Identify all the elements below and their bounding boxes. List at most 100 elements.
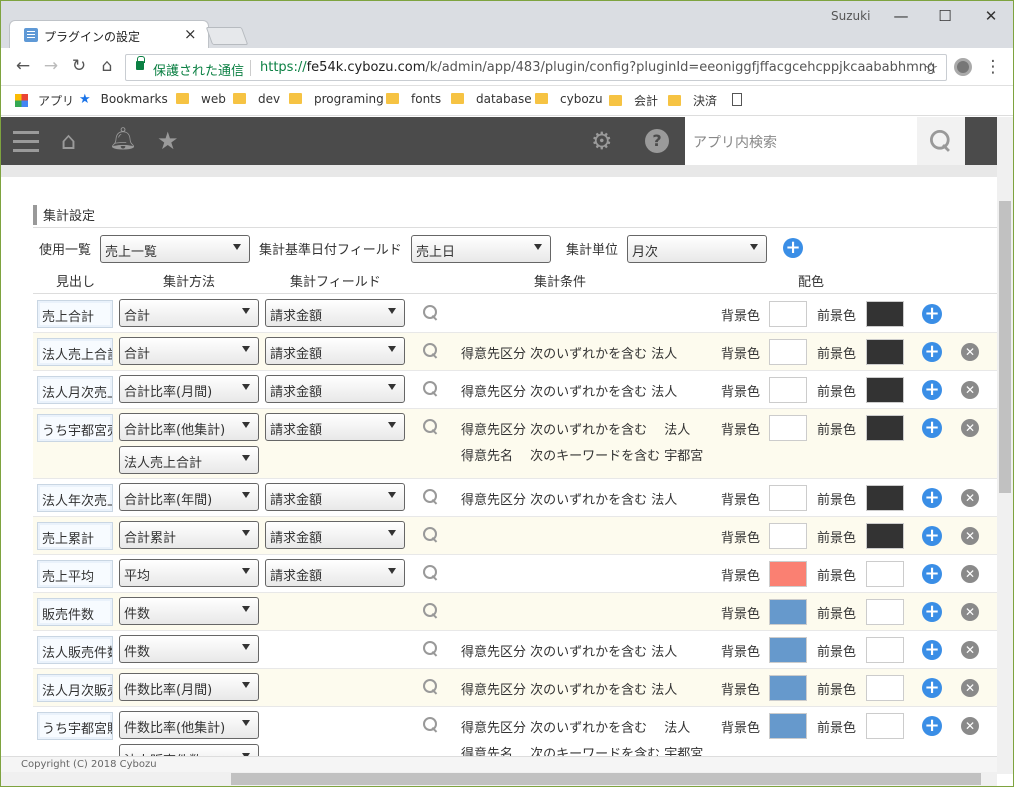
fg-color-swatch[interactable]	[866, 415, 904, 441]
remove-row-button[interactable]: ✕	[961, 419, 979, 437]
tab-close-button[interactable]: ×	[184, 25, 197, 43]
bg-color-swatch[interactable]	[769, 675, 807, 701]
search-icon[interactable]	[423, 381, 439, 397]
bookmark-folder[interactable]: web	[176, 92, 226, 106]
browser-menu-button[interactable]: ⋮	[983, 57, 1003, 77]
heading-input[interactable]: 法人月次販売	[37, 674, 113, 702]
add-row-button[interactable]: +	[922, 304, 942, 324]
horizontal-scroll-thumb[interactable]	[231, 773, 981, 785]
forward-button[interactable]: →	[41, 56, 61, 76]
search-icon[interactable]	[423, 565, 439, 581]
add-row-button[interactable]: +	[922, 380, 942, 400]
heading-input[interactable]: 販売件数	[37, 598, 113, 626]
bookmark-folder[interactable]: dev	[233, 92, 280, 106]
remove-row-button[interactable]: ✕	[961, 717, 979, 735]
field-select[interactable]: 請求金額	[265, 337, 405, 365]
bg-color-swatch[interactable]	[769, 377, 807, 403]
bookmark-folder[interactable]: 決済	[668, 92, 717, 109]
search-icon[interactable]	[423, 489, 439, 505]
heading-input[interactable]: 売上平均	[37, 560, 113, 588]
method-select[interactable]: 件数比率(月間)	[119, 673, 259, 701]
extension-gear-icon[interactable]	[954, 58, 972, 76]
search-icon[interactable]	[423, 679, 439, 695]
add-setting-button[interactable]: +	[783, 238, 803, 258]
bookmark-star-icon[interactable]: ☆	[924, 58, 938, 77]
bg-color-swatch[interactable]	[769, 485, 807, 511]
bookmark-item[interactable]: ★ Bookmarks	[79, 92, 168, 107]
method-select[interactable]: 合計比率(年間)	[119, 483, 259, 511]
bg-color-swatch[interactable]	[769, 301, 807, 327]
help-icon[interactable]: ?	[645, 129, 669, 153]
method-select[interactable]: 合計	[119, 299, 259, 327]
search-icon[interactable]	[423, 343, 439, 359]
method-select[interactable]: 件数比率(他集計)	[119, 711, 259, 739]
remove-row-button[interactable]: ✕	[961, 641, 979, 659]
bg-color-swatch[interactable]	[769, 637, 807, 663]
bg-color-swatch[interactable]	[769, 561, 807, 587]
gear-icon[interactable]: ⚙	[591, 127, 613, 155]
bg-color-swatch[interactable]	[769, 599, 807, 625]
search-icon[interactable]	[423, 603, 439, 619]
bg-color-swatch[interactable]	[769, 415, 807, 441]
add-row-button[interactable]: +	[922, 488, 942, 508]
method-select[interactable]: 合計比率(他集計)	[119, 413, 259, 441]
maximize-button[interactable]: ☐	[935, 7, 955, 25]
fg-color-swatch[interactable]	[866, 599, 904, 625]
fg-color-swatch[interactable]	[866, 561, 904, 587]
add-row-button[interactable]: +	[922, 640, 942, 660]
star-icon[interactable]: ★	[157, 127, 179, 155]
field-select[interactable]: 請求金額	[265, 483, 405, 511]
fg-color-swatch[interactable]	[866, 485, 904, 511]
bookmark-folder[interactable]: programing	[289, 92, 384, 106]
method-select[interactable]: 件数	[119, 635, 259, 663]
browser-tab[interactable]: プラグインの設定 ×	[9, 20, 209, 49]
heading-input[interactable]: 法人売上合計	[37, 338, 113, 366]
heading-input[interactable]: 売上累計	[37, 522, 113, 550]
search-icon[interactable]	[423, 419, 439, 435]
app-search-input[interactable]: アプリ内検索	[685, 117, 917, 165]
bookmark-folder[interactable]: database	[451, 92, 532, 106]
fg-color-swatch[interactable]	[866, 301, 904, 327]
profile-name[interactable]: Suzuki	[831, 9, 870, 23]
method-select[interactable]: 合計比率(月間)	[119, 375, 259, 403]
other-aggregate-select[interactable]: 法人販売件数	[119, 744, 259, 756]
method-select[interactable]: 件数	[119, 597, 259, 625]
remove-row-button[interactable]: ✕	[961, 603, 979, 621]
bookmark-folder[interactable]: 会計	[609, 92, 658, 109]
search-icon[interactable]	[423, 305, 439, 321]
new-tab-button[interactable]	[205, 27, 249, 45]
add-row-button[interactable]: +	[922, 342, 942, 362]
add-row-button[interactable]: +	[922, 418, 942, 438]
field-select[interactable]: 請求金額	[265, 521, 405, 549]
search-icon[interactable]	[423, 641, 439, 657]
reload-button[interactable]: ↻	[69, 56, 89, 76]
add-row-button[interactable]: +	[922, 526, 942, 546]
search-icon[interactable]	[423, 527, 439, 543]
home-button[interactable]: ⌂	[97, 56, 117, 76]
date-field-select[interactable]: 売上日	[411, 235, 551, 263]
heading-input[interactable]: うち宇都宮販売	[37, 712, 113, 740]
unit-select[interactable]: 月次	[627, 235, 767, 263]
remove-row-button[interactable]: ✕	[961, 565, 979, 583]
heading-input[interactable]: 売上合計	[37, 300, 113, 328]
add-row-button[interactable]: +	[922, 678, 942, 698]
add-row-button[interactable]: +	[922, 602, 942, 622]
bg-color-swatch[interactable]	[769, 339, 807, 365]
fg-color-swatch[interactable]	[866, 523, 904, 549]
back-button[interactable]: ←	[13, 56, 33, 76]
bg-color-swatch[interactable]	[769, 523, 807, 549]
add-row-button[interactable]: +	[922, 716, 942, 736]
method-select[interactable]: 合計累計	[119, 521, 259, 549]
heading-input[interactable]: 法人月次売上	[37, 376, 113, 404]
remove-row-button[interactable]: ✕	[961, 679, 979, 697]
remove-row-button[interactable]: ✕	[961, 381, 979, 399]
fg-color-swatch[interactable]	[866, 713, 904, 739]
add-row-button[interactable]: +	[922, 564, 942, 584]
bookmark-folder[interactable]: cybozu	[535, 92, 603, 106]
bg-color-swatch[interactable]	[769, 713, 807, 739]
field-select[interactable]: 請求金額	[265, 413, 405, 441]
home-icon[interactable]: ⌂	[61, 127, 76, 155]
fg-color-swatch[interactable]	[866, 377, 904, 403]
fg-color-swatch[interactable]	[866, 339, 904, 365]
other-aggregate-select[interactable]: 法人売上合計	[119, 446, 259, 474]
